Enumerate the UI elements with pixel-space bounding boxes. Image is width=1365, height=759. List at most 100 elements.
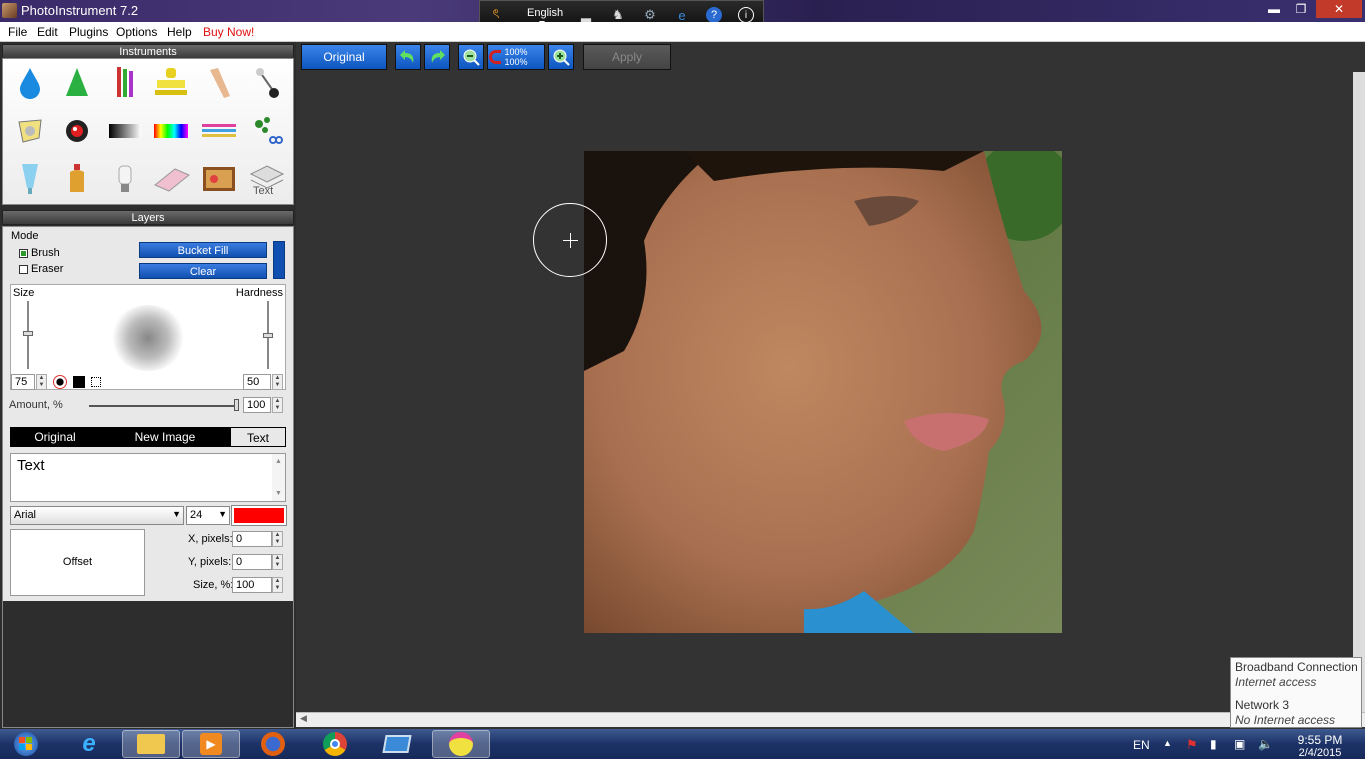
hardness-spinner[interactable]: ▲ ▼ [272,374,283,390]
amount-spinner[interactable]: ▲ ▼ [272,397,283,413]
close-button[interactable]: ✕ [1316,0,1362,18]
photo-canvas[interactable] [584,151,1062,633]
redo-button[interactable] [424,44,450,70]
bottle-tool-icon[interactable] [57,159,97,199]
text-input-area[interactable]: Text ▲ ▼ [10,453,286,502]
amount-slider[interactable] [89,405,237,407]
hardness-slider-thumb[interactable] [263,333,273,338]
help-icon[interactable]: ? [706,7,722,23]
minimize-button[interactable]: ▬ [1262,0,1286,18]
taskbar-chrome[interactable] [306,730,364,758]
size-percent-input[interactable]: 100 [232,577,272,593]
size-slider-thumb[interactable] [23,331,33,336]
font-size-select[interactable]: 24 ▼ [186,506,230,525]
rabbit-icon[interactable]: ♞ [610,7,626,23]
eraser-checkbox[interactable] [19,265,28,274]
taskbar-media[interactable]: ▶ [182,730,240,758]
bucket-fill-button[interactable]: Bucket Fill [139,242,267,258]
device-icon[interactable]: ▮ [1210,737,1217,751]
hardness-label: Hardness [235,287,283,299]
y-spinner[interactable]: ▲ ▼ [272,554,283,570]
start-button[interactable] [0,730,52,758]
pin-tool-icon[interactable] [247,63,287,103]
picture-tool-icon[interactable] [199,159,239,199]
mode-slider-handle[interactable] [273,241,285,279]
taskbar-ie[interactable]: e [60,730,118,758]
tab-original[interactable]: Original [10,427,100,447]
offset-pad[interactable]: Offset [10,529,145,596]
hardness-input[interactable]: 50 [243,374,271,390]
color-tool-icon[interactable] [151,111,191,151]
tab-new-image[interactable]: New Image [100,427,230,447]
volume-icon[interactable]: 🔈 [1258,737,1273,751]
menu-file[interactable]: File [8,25,27,39]
show-hidden-icons-icon[interactable]: ▲ [1163,738,1172,748]
scanner-icon[interactable]: ▂ [578,7,594,23]
menu-help[interactable]: Help [167,25,192,39]
taskbar-photoinstrument[interactable] [432,730,490,758]
chrome-icon [323,732,347,756]
size-spinner[interactable]: ▲ ▼ [36,374,47,390]
zoom-out-button[interactable] [458,44,484,70]
size-percent-spinner[interactable]: ▲ ▼ [272,577,283,593]
amount-slider-thumb[interactable] [234,399,239,411]
vertical-scrollbar[interactable] [1353,72,1365,712]
selection-brush-icon[interactable] [91,377,101,387]
gear-icon[interactable]: ⚙ [642,7,658,23]
undo-button[interactable] [395,44,421,70]
eraser-tool-icon[interactable] [151,159,191,199]
lines-tool-icon[interactable] [199,111,239,151]
size-input[interactable]: 75 [11,374,35,390]
x-input[interactable]: 0 [232,531,272,547]
windows-logo-icon [14,732,38,756]
glass-tool-icon[interactable] [10,159,50,199]
plugin-icon[interactable]: ৎ [488,6,504,23]
menu-buy-now[interactable]: Buy Now! [203,25,254,39]
taskbar-explorer[interactable] [122,730,180,758]
restore-button[interactable]: ❐ [1289,0,1313,18]
connection-1-status: Internet access [1235,675,1317,689]
menu-options[interactable]: Options [116,25,157,39]
tone-tool-icon[interactable] [199,63,239,103]
zoom-in-button[interactable] [548,44,574,70]
brush-checkbox[interactable] [19,249,28,258]
drop-tool-icon[interactable] [10,63,50,103]
network-icon[interactable]: ▣ [1234,737,1245,751]
scroll-left-arrow-icon[interactable]: ◀ [300,713,307,724]
sharpen-tool-icon[interactable] [57,63,97,103]
text-scrollbar[interactable]: ▲ ▼ [272,454,285,501]
apply-button[interactable]: Apply [583,44,671,70]
app-window-icon [382,735,412,753]
x-spinner[interactable]: ▲ ▼ [272,531,283,547]
text-tool-icon[interactable]: Text [247,159,287,199]
tray-clock[interactable]: 9:55 PM 2/4/2015 [1290,733,1350,759]
taskbar-app[interactable] [368,730,426,758]
square-brush-icon[interactable] [73,376,85,388]
bulb-tool-icon[interactable] [105,159,145,199]
internet-explorer-icon[interactable]: e [674,7,690,23]
red-eye-tool-icon[interactable] [57,111,97,151]
action-center-flag-icon[interactable]: ⚑ [1186,737,1198,753]
redo-icon [431,50,445,63]
tab-text[interactable]: Text [230,427,286,447]
font-select[interactable]: Arial ▼ [10,506,184,525]
language-selector[interactable]: English [527,7,563,19]
gradient-tool-icon[interactable] [105,111,145,151]
taskbar-firefox[interactable] [244,730,302,758]
info-icon[interactable]: i [738,7,754,23]
text-color-swatch[interactable] [231,505,287,526]
language-indicator[interactable]: EN [1133,738,1150,752]
menu-edit[interactable]: Edit [37,25,58,39]
stamp-tool-icon[interactable] [151,63,191,103]
network-tooltip: Broadband Connection Internet access Net… [1230,657,1362,728]
clear-button[interactable]: Clear [139,263,267,279]
amount-input[interactable]: 100 [243,397,271,413]
horizontal-scrollbar[interactable]: ◀ [296,712,1365,727]
menu-plugins[interactable]: Plugins [69,25,108,39]
cut-tool-icon[interactable] [247,111,287,151]
original-button[interactable]: Original [301,44,387,70]
plastic-tool-icon[interactable] [10,111,50,151]
round-brush-icon[interactable] [53,375,67,389]
brushes-tool-icon[interactable] [105,63,145,103]
y-input[interactable]: 0 [232,554,272,570]
